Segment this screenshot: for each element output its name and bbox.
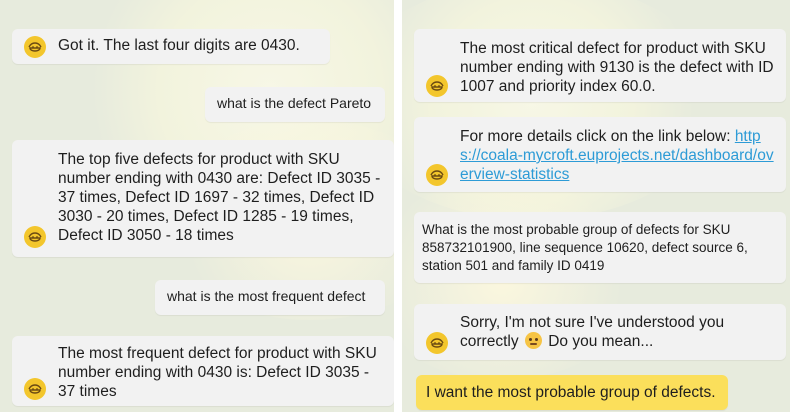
bot-avatar-icon (426, 75, 448, 97)
bot-message: Got it. The last four digits are 0430. (12, 29, 330, 64)
bot-message: The top five defects for product with SK… (12, 140, 394, 257)
message-text: The top five defects for product with SK… (58, 151, 381, 244)
user-message: What is the most probable group of defec… (414, 212, 786, 283)
bot-message: Sorry, I'm not sure I've understood you … (414, 304, 786, 360)
bot-avatar-icon (426, 164, 448, 186)
bot-avatar-icon (24, 378, 46, 400)
message-text: what is the most frequent defect (167, 288, 366, 304)
suggestion-text: I want the most probable group of defect… (426, 384, 716, 401)
thinking-face-emoji-icon (524, 332, 542, 349)
bot-avatar-icon (426, 332, 448, 354)
message-text: what is the defect Pareto (217, 95, 372, 111)
user-message: what is the most frequent defect (155, 280, 385, 315)
chat-panel-left: Got it. The last four digits are 0430. w… (0, 0, 394, 412)
message-text: The most critical defect for product wit… (460, 40, 774, 95)
message-text: The most frequent defect for product wit… (58, 345, 377, 400)
user-message: what is the defect Pareto (205, 87, 385, 122)
message-text: Got it. The last four digits are 0430. (58, 37, 300, 54)
bot-avatar-icon (24, 36, 46, 58)
message-text: For more details click on the link below… (460, 128, 735, 145)
message-text-continued: Do you mean... (543, 333, 654, 350)
chat-panel-right: The most critical defect for product wit… (402, 0, 790, 412)
message-text: What is the most probable group of defec… (422, 222, 748, 273)
bot-avatar-icon (24, 226, 46, 248)
quick-reply-suggestion[interactable]: I want the most probable group of defect… (416, 375, 728, 410)
bot-message: The most frequent defect for product wit… (12, 336, 394, 406)
bot-message: The most critical defect for product wit… (414, 29, 786, 102)
bot-message: For more details click on the link below… (414, 117, 786, 192)
panel-divider (394, 0, 402, 412)
